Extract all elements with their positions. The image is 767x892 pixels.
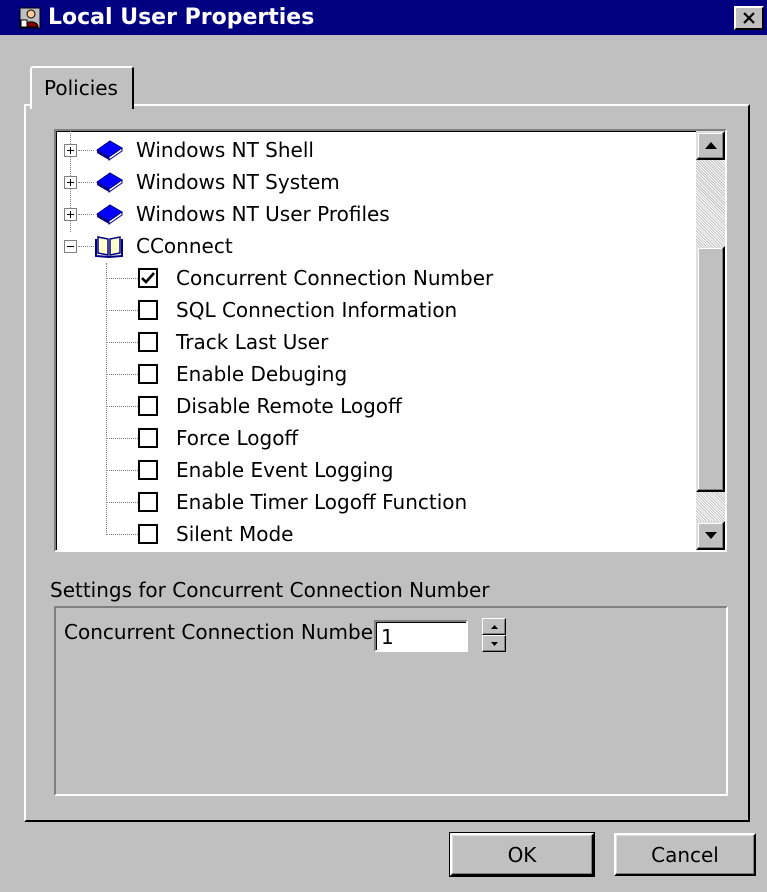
book-closed-icon xyxy=(96,204,123,225)
policy-checkbox[interactable] xyxy=(138,332,158,352)
policy-label: Enable Event Logging xyxy=(176,458,394,482)
policy-concurrent-connection-number[interactable]: Concurrent Connection Number xyxy=(56,263,696,293)
policy-enable-event-logging[interactable]: Enable Event Logging xyxy=(56,455,696,485)
tree-vertical-scrollbar[interactable] xyxy=(696,131,725,550)
tree-connector xyxy=(78,214,94,215)
tree-connector xyxy=(106,374,138,375)
policy-checkbox[interactable] xyxy=(138,364,158,384)
policy-label: Enable Timer Logoff Function xyxy=(176,490,468,514)
tree-node-label: CConnect xyxy=(136,234,233,258)
policy-checkbox[interactable] xyxy=(138,300,158,320)
expand-plus-icon[interactable] xyxy=(64,176,77,189)
window-title: Local User Properties xyxy=(48,5,315,30)
tree-node-label: Windows NT System xyxy=(136,170,340,194)
tree-connector xyxy=(106,534,138,535)
tree-connector xyxy=(106,406,138,407)
policy-label: Concurrent Connection Number xyxy=(176,266,494,290)
scroll-up-button[interactable] xyxy=(696,131,725,160)
tab-policies-label: Policies xyxy=(44,76,118,100)
policy-disable-remote-logoff[interactable]: Disable Remote Logoff xyxy=(56,391,696,421)
arrow-down-icon xyxy=(704,532,717,539)
user-properties-icon xyxy=(19,7,41,29)
title-bar: Local User Properties xyxy=(0,0,767,35)
policy-silent-mode[interactable]: Silent Mode xyxy=(56,519,696,549)
tree-node-label: Windows NT Shell xyxy=(136,138,314,162)
spin-up-icon xyxy=(490,624,498,629)
spin-down-button[interactable] xyxy=(482,635,506,652)
concurrent-connection-number-input[interactable]: 1 xyxy=(374,620,468,652)
tree-connector xyxy=(106,342,138,343)
tab-policies[interactable]: Policies xyxy=(30,66,134,109)
policy-label: Force Logoff xyxy=(176,426,299,450)
scroll-thumb[interactable] xyxy=(696,246,725,492)
policy-label: SQL Connection Information xyxy=(176,298,458,322)
ok-button[interactable]: OK xyxy=(449,832,595,877)
policy-enable-timer-logoff-function[interactable]: Enable Timer Logoff Function xyxy=(56,487,696,517)
close-icon xyxy=(743,11,755,24)
policy-checkbox-checked[interactable] xyxy=(138,268,158,288)
tree-connector xyxy=(106,278,138,279)
policy-track-last-user[interactable]: Track Last User xyxy=(56,327,696,357)
spin-up-button[interactable] xyxy=(482,618,506,635)
cancel-button[interactable]: Cancel xyxy=(614,833,756,876)
expand-plus-icon[interactable] xyxy=(64,208,77,221)
collapse-minus-icon[interactable] xyxy=(64,240,77,253)
policy-label: Enable Debuging xyxy=(176,362,348,386)
check-icon xyxy=(141,272,155,284)
arrow-up-icon xyxy=(704,142,717,149)
concurrent-connection-number-label: Concurrent Connection Number xyxy=(64,620,382,644)
policy-checkbox[interactable] xyxy=(138,524,158,544)
policy-checkbox[interactable] xyxy=(138,492,158,512)
tree-connector xyxy=(106,470,138,471)
tree-connector xyxy=(78,182,94,183)
policy-checkbox[interactable] xyxy=(138,428,158,448)
book-open-icon xyxy=(95,236,123,258)
policy-label: Track Last User xyxy=(176,330,329,354)
window-left-edge xyxy=(0,35,3,892)
expand-plus-icon[interactable] xyxy=(64,144,77,157)
policy-sql-connection-information[interactable]: SQL Connection Information xyxy=(56,295,696,325)
close-button[interactable] xyxy=(734,6,764,30)
spin-down-icon xyxy=(490,641,498,646)
tree-node-windows-nt-system[interactable]: Windows NT System xyxy=(56,167,696,197)
tree-connector xyxy=(78,150,94,151)
policy-checkbox[interactable] xyxy=(138,460,158,480)
settings-panel: Concurrent Connection Number 1 xyxy=(54,606,728,796)
policy-label: Disable Remote Logoff xyxy=(176,394,402,418)
policy-checkbox[interactable] xyxy=(138,396,158,416)
book-closed-icon xyxy=(96,140,123,161)
policy-force-logoff[interactable]: Force Logoff xyxy=(56,423,696,453)
tree-node-windows-nt-user-profiles[interactable]: Windows NT User Profiles xyxy=(56,199,696,229)
tree-connector xyxy=(78,246,94,247)
tree-connector xyxy=(106,438,138,439)
tree-node-cconnect[interactable]: CConnect xyxy=(56,231,696,261)
policy-label: Silent Mode xyxy=(176,522,294,546)
tree-node-label: Windows NT User Profiles xyxy=(136,202,390,226)
tree-node-windows-nt-shell[interactable]: Windows NT Shell xyxy=(56,135,696,165)
scroll-down-button[interactable] xyxy=(696,521,725,550)
policy-tree[interactable]: Windows NT Shell Windows NT System Windo… xyxy=(54,129,727,552)
policy-enable-debuging[interactable]: Enable Debuging xyxy=(56,359,696,389)
tree-connector xyxy=(106,502,138,503)
settings-group-label: Settings for Concurrent Connection Numbe… xyxy=(50,578,490,602)
book-closed-icon xyxy=(96,172,123,193)
tree-connector xyxy=(106,310,138,311)
